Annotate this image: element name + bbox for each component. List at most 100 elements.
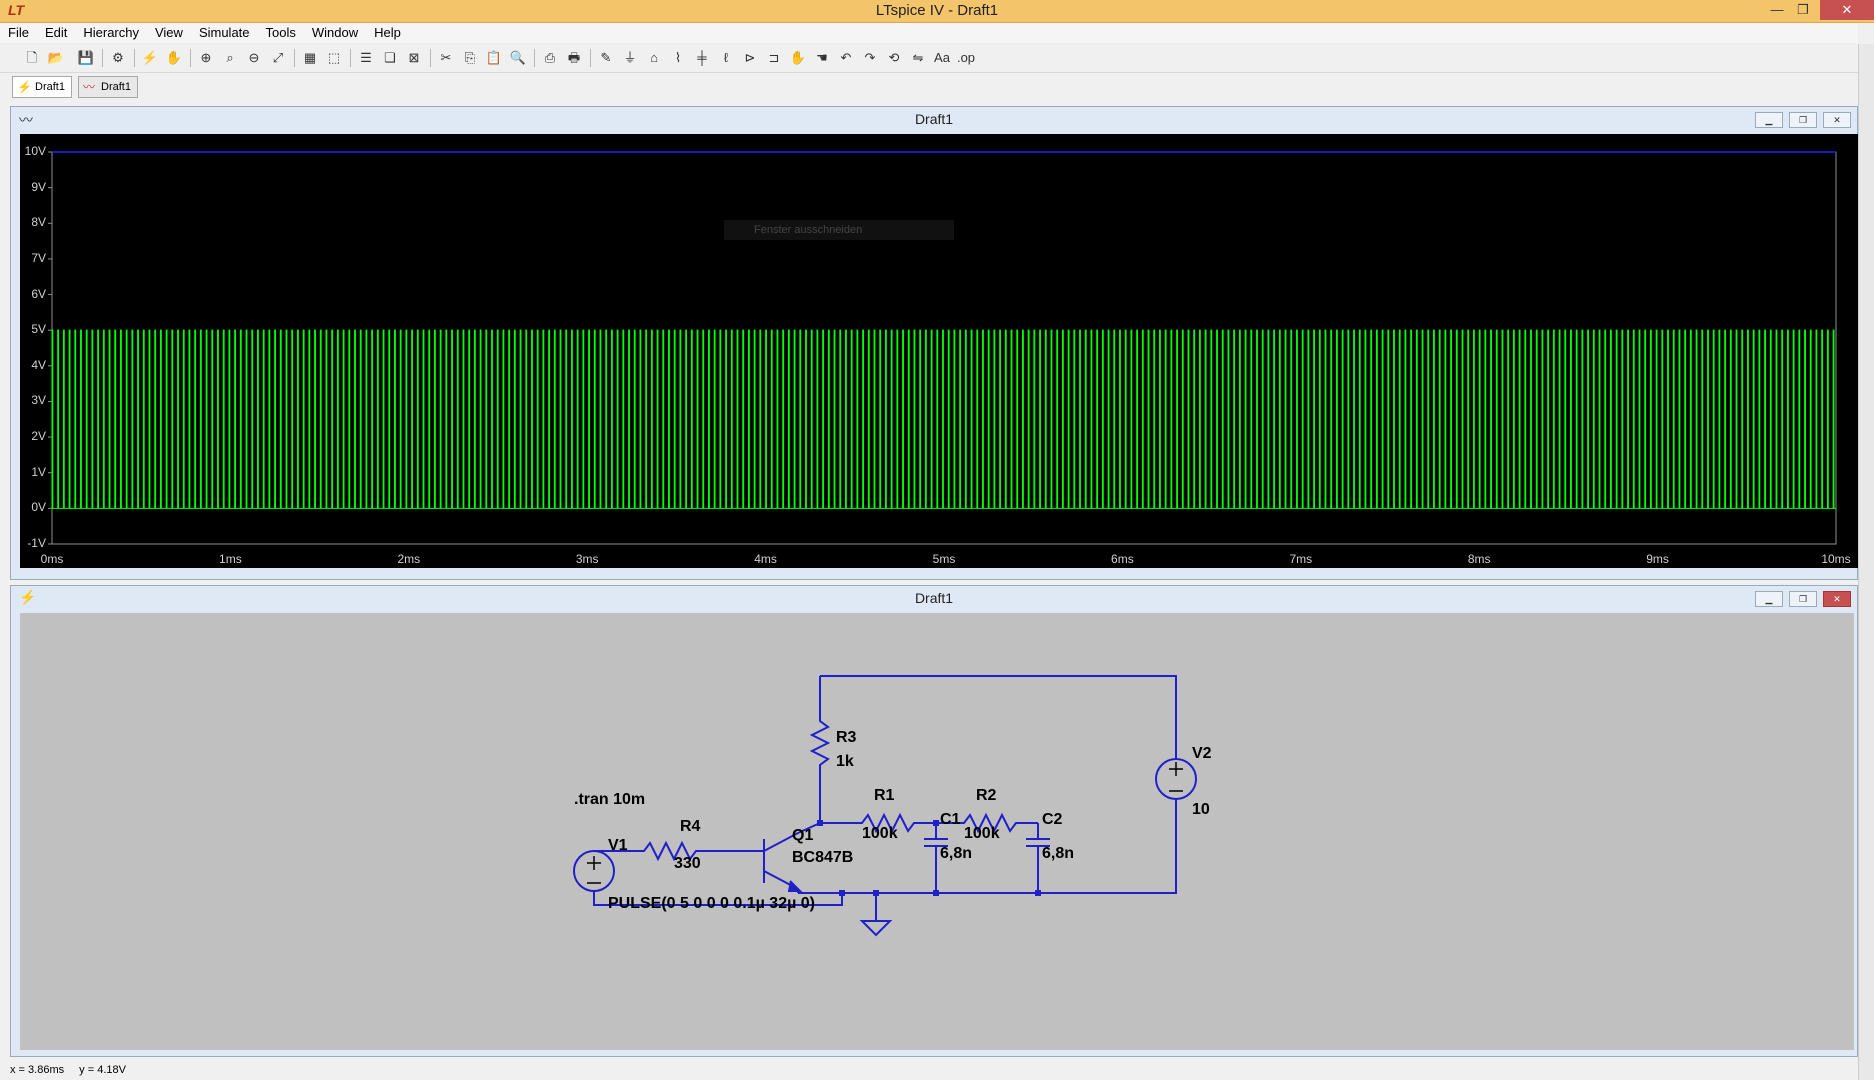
menu-help[interactable]: Help <box>366 23 409 43</box>
r4-value[interactable]: 330 <box>674 855 701 873</box>
undo-icon[interactable]: ↶ <box>836 48 856 68</box>
c1-value[interactable]: 6,8n <box>940 845 972 863</box>
mirror-icon[interactable]: ⇋ <box>908 48 928 68</box>
x-tick-label: 4ms <box>754 552 777 566</box>
menu-edit[interactable]: Edit <box>37 23 75 43</box>
cut-icon[interactable]: ✂ <box>436 48 456 68</box>
move-icon[interactable]: ✋ <box>788 48 808 68</box>
y-tick-label: 8V <box>31 215 46 230</box>
tran-directive[interactable]: .tran 10m <box>574 791 645 809</box>
v1-value[interactable]: PULSE(0 5 0 0 0 0.1µ 32µ 0) <box>608 895 815 913</box>
y-tick-label: 9V <box>31 179 46 194</box>
y-tick-label: -1V <box>27 536 46 550</box>
q1-name[interactable]: Q1 <box>792 827 813 845</box>
wire-bottom <box>798 798 1177 894</box>
menu-hierarchy[interactable]: Hierarchy <box>75 23 147 43</box>
find-icon[interactable]: 🔍 <box>508 48 528 68</box>
close-windows-icon[interactable]: ⊠ <box>404 48 424 68</box>
r2-name[interactable]: R2 <box>976 787 996 805</box>
c1-name[interactable]: C1 <box>940 811 960 829</box>
halt-icon[interactable]: ✋ <box>164 48 184 68</box>
v2-value[interactable]: 10 <box>1192 801 1210 819</box>
waveform-chart[interactable] <box>20 134 1858 568</box>
x-tick-label: 2ms <box>397 552 421 566</box>
zoom-in-icon[interactable]: ⊕ <box>196 48 216 68</box>
trace-label-vn004[interactable]: V(n004) <box>1366 136 1409 150</box>
waveform-plot-area[interactable] <box>20 134 1858 568</box>
y-tick-label: 3V <box>31 393 46 408</box>
tile-horizontal-icon[interactable]: ☰ <box>356 48 376 68</box>
resistor-icon[interactable]: ⌇ <box>668 48 688 68</box>
tab-schematic[interactable]: ⚡ Draft1 <box>12 76 72 98</box>
menu-tools[interactable]: Tools <box>258 23 304 43</box>
menu-view[interactable]: View <box>147 23 191 43</box>
r3-value[interactable]: 1k <box>836 753 854 771</box>
waveform-minimize-button[interactable]: ▁ <box>1755 112 1783 128</box>
r4-name[interactable]: R4 <box>680 818 700 836</box>
close-button[interactable]: ✕ <box>1820 0 1874 20</box>
component-icon[interactable]: ⊐ <box>764 48 784 68</box>
print-icon[interactable]: 🖶 <box>564 48 584 68</box>
diode-icon[interactable]: ⊳ <box>740 48 760 68</box>
tab-waveform[interactable]: 〰 Draft1 <box>78 76 138 98</box>
r3-name[interactable]: R3 <box>836 729 856 747</box>
y-tick-label: 1V <box>31 464 46 479</box>
trace-label-vn005[interactable]: V(n005) <box>474 136 517 150</box>
waveform-close-button[interactable]: ✕ <box>1823 112 1851 128</box>
r1-value[interactable]: 100k <box>862 825 898 843</box>
r1-name[interactable]: R1 <box>874 787 894 805</box>
copy-icon[interactable]: ⎘ <box>460 48 480 68</box>
schematic-restore-button[interactable]: ❐ <box>1789 591 1817 607</box>
v2-name[interactable]: V2 <box>1192 745 1212 763</box>
menu-window[interactable]: Window <box>304 23 366 43</box>
x-tick-label: 8ms <box>1467 552 1491 566</box>
redo-icon[interactable]: ↷ <box>860 48 880 68</box>
restore-button[interactable]: ❐ <box>1786 0 1820 20</box>
waveform-restore-button[interactable]: ❐ <box>1789 112 1817 128</box>
tab-label: Draft1 <box>35 81 65 93</box>
spice-directive-icon[interactable]: .op <box>956 48 976 68</box>
vertical-scrollbar[interactable] <box>1858 44 1874 1080</box>
c2-name[interactable]: C2 <box>1042 811 1062 829</box>
trace-vn005[interactable] <box>51 329 1835 509</box>
schematic-canvas[interactable]: .tran 10m R4 330 V1 PULSE(0 5 0 0 0 0.1µ… <box>20 613 1854 1050</box>
v1-name[interactable]: V1 <box>608 837 628 855</box>
autorange-icon[interactable]: ▦ <box>300 48 320 68</box>
schematic-minimize-button[interactable]: ▁ <box>1755 591 1783 607</box>
x-tick-label: 6ms <box>1111 552 1134 566</box>
c2-value[interactable]: 6,8n <box>1042 845 1074 863</box>
rotate-icon[interactable]: ⟲ <box>884 48 904 68</box>
circuit-drawing[interactable] <box>20 613 1854 1050</box>
paste-icon[interactable]: 📋 <box>484 48 504 68</box>
pan-icon[interactable]: ⌕ <box>220 48 240 68</box>
label-net-icon[interactable]: ⌂ <box>644 48 664 68</box>
open-icon[interactable]: 📂 <box>46 48 66 68</box>
window-title: LTspice IV - Draft1 <box>875 2 999 19</box>
run-icon[interactable]: ⚡ <box>140 48 160 68</box>
y-tick-label: 4V <box>31 357 46 372</box>
r2-value[interactable]: 100k <box>964 825 1000 843</box>
text-icon[interactable]: Aa <box>932 48 952 68</box>
schematic-close-button[interactable]: ✕ <box>1823 591 1851 607</box>
print-setup-icon[interactable]: ⎙ <box>540 48 560 68</box>
zoom-fit-icon[interactable]: ⤢ <box>268 48 288 68</box>
inductor-icon[interactable]: ℓ <box>716 48 736 68</box>
cascade-icon[interactable]: ❏ <box>380 48 400 68</box>
zoom-full-icon[interactable]: ⬚ <box>324 48 344 68</box>
cursor-x-readout: x = 3.86ms <box>10 1064 65 1076</box>
q1-value[interactable]: BC847B <box>792 849 853 867</box>
document-tabs: ⚡ Draft1 〰 Draft1 <box>0 74 1858 98</box>
control-panel-icon[interactable]: ⚙ <box>108 48 128 68</box>
x-tick-label: 1ms <box>219 552 242 566</box>
drag-icon[interactable]: ☚ <box>812 48 832 68</box>
save-icon[interactable]: 💾 <box>76 48 96 68</box>
menu-file[interactable]: File <box>0 23 37 43</box>
ground-icon[interactable]: ⏚ <box>620 48 640 68</box>
menu-simulate[interactable]: Simulate <box>191 23 258 43</box>
y-tick-label: 2V <box>31 429 46 444</box>
new-schematic-icon[interactable]: 🗋 <box>22 48 42 68</box>
zoom-out-icon[interactable]: ⊖ <box>244 48 264 68</box>
wire-icon[interactable]: ✎ <box>596 48 616 68</box>
capacitor-icon[interactable]: ╪ <box>692 48 712 68</box>
waveform-icon: 〰 <box>19 112 33 128</box>
